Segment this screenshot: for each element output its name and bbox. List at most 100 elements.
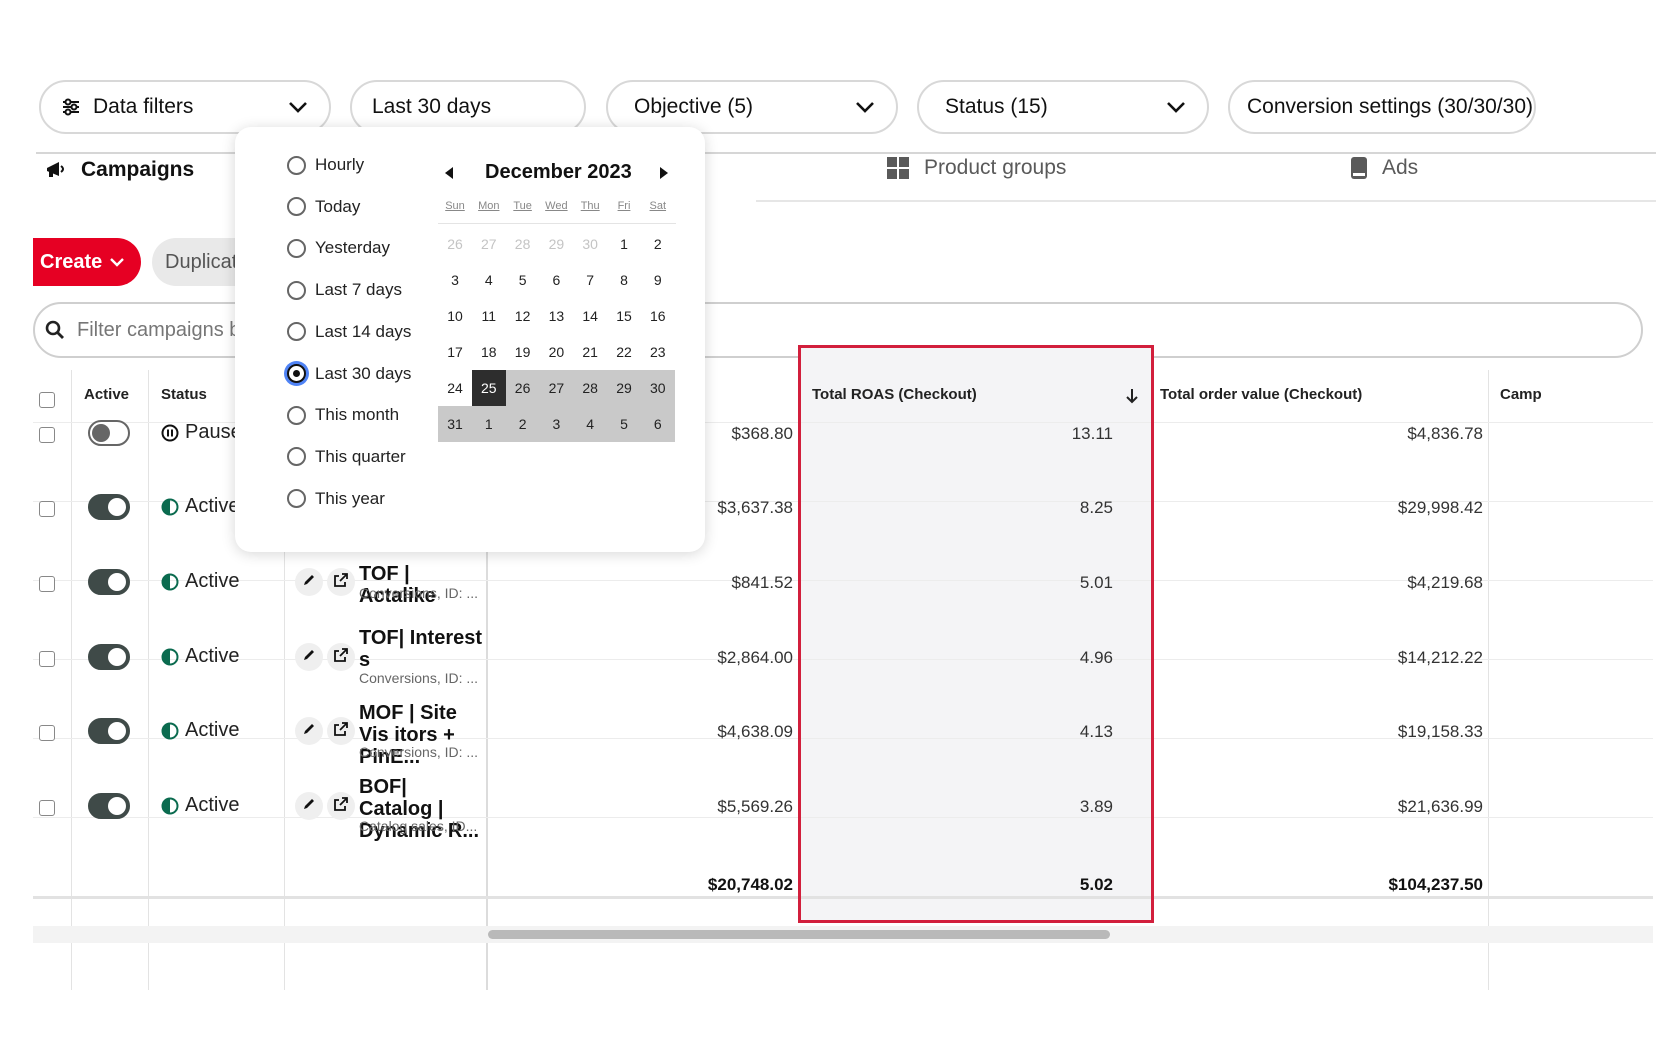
calendar-day[interactable]: 29: [539, 226, 573, 262]
campaign-subtext: Conversions, ID: ...: [359, 744, 479, 760]
calendar-day[interactable]: 3: [438, 262, 472, 298]
date-range-dropdown[interactable]: Last 30 days: [350, 80, 586, 134]
radio-button[interactable]: [287, 364, 306, 383]
row-checkbox[interactable]: [39, 725, 55, 741]
calendar-day[interactable]: 11: [472, 298, 506, 334]
calendar-day[interactable]: 18: [472, 334, 506, 370]
calendar-day[interactable]: 2: [641, 226, 675, 262]
calendar-day[interactable]: 22: [607, 334, 641, 370]
conversion-settings-dropdown[interactable]: Conversion settings (30/30/30): [1228, 80, 1536, 134]
calendar-day[interactable]: 6: [640, 406, 675, 442]
active-toggle[interactable]: [88, 420, 130, 446]
radio-button[interactable]: [287, 322, 306, 342]
create-button[interactable]: Create: [33, 238, 141, 286]
calendar-day[interactable]: 8: [607, 262, 641, 298]
row-checkbox[interactable]: [39, 651, 55, 667]
calendar-day[interactable]: 6: [539, 262, 573, 298]
row-checkbox[interactable]: [39, 576, 55, 592]
calendar-day[interactable]: 29: [607, 370, 641, 406]
active-toggle[interactable]: [88, 644, 130, 670]
date-preset-option[interactable]: Last 7 days: [287, 280, 402, 300]
date-preset-option[interactable]: This quarter: [287, 447, 406, 467]
calendar-day[interactable]: 20: [539, 334, 573, 370]
open-external-button[interactable]: [327, 717, 355, 745]
calendar-day[interactable]: 23: [641, 334, 675, 370]
header-campaign[interactable]: Camp: [1500, 386, 1653, 403]
edit-button[interactable]: [295, 792, 323, 820]
edit-button[interactable]: [295, 568, 323, 596]
radio-button[interactable]: [287, 280, 306, 300]
calendar-day[interactable]: 1: [607, 226, 641, 262]
header-status[interactable]: Status: [161, 386, 207, 403]
calendar-day[interactable]: 26: [438, 226, 472, 262]
calendar-day[interactable]: 7: [573, 262, 607, 298]
row-checkbox[interactable]: [39, 800, 55, 816]
date-preset-option[interactable]: Last 30 days: [287, 364, 411, 384]
calendar-day[interactable]: 16: [641, 298, 675, 334]
date-preset-option[interactable]: Today: [287, 197, 360, 217]
calendar-day[interactable]: 28: [573, 370, 608, 406]
open-external-button[interactable]: [327, 568, 355, 596]
calendar-day[interactable]: 24: [438, 370, 472, 406]
calendar-day[interactable]: 5: [607, 406, 641, 442]
calendar-day[interactable]: 2: [505, 406, 540, 442]
row-checkbox[interactable]: [39, 501, 55, 517]
calendar-day[interactable]: 15: [607, 298, 641, 334]
date-preset-option[interactable]: Yesterday: [287, 238, 390, 258]
header-active[interactable]: Active: [84, 386, 129, 403]
radio-button[interactable]: [287, 197, 306, 217]
calendar-day[interactable]: 1: [471, 406, 506, 442]
active-toggle[interactable]: [88, 569, 130, 595]
row-checkbox[interactable]: [39, 427, 55, 443]
calendar-day[interactable]: 4: [573, 406, 608, 442]
calendar-day[interactable]: 3: [539, 406, 574, 442]
active-toggle[interactable]: [88, 718, 130, 744]
calendar-day[interactable]: 21: [573, 334, 607, 370]
objective-dropdown[interactable]: Objective (5): [606, 80, 898, 134]
active-toggle[interactable]: [88, 793, 130, 819]
calendar-day[interactable]: 26: [505, 370, 540, 406]
calendar-day[interactable]: 9: [641, 262, 675, 298]
calendar-day[interactable]: 31: [438, 406, 472, 442]
edit-button[interactable]: [295, 643, 323, 671]
radio-button[interactable]: [287, 405, 306, 425]
calendar-day[interactable]: 17: [438, 334, 472, 370]
header-order-value[interactable]: Total order value (Checkout): [1160, 386, 1362, 403]
active-toggle[interactable]: [88, 494, 130, 520]
next-month-icon[interactable]: [660, 167, 668, 179]
radio-button[interactable]: [287, 489, 306, 509]
tab-product-groups[interactable]: Product groups: [886, 156, 1066, 180]
radio-button[interactable]: [287, 155, 306, 175]
calendar-day[interactable]: 28: [506, 226, 540, 262]
tab-ads[interactable]: Ads: [1350, 156, 1418, 180]
calendar-day[interactable]: 4: [472, 262, 506, 298]
edit-button[interactable]: [295, 717, 323, 745]
horizontal-scrollbar[interactable]: [488, 930, 1110, 939]
date-preset-option[interactable]: Hourly: [287, 155, 364, 175]
date-preset-option[interactable]: This month: [287, 405, 399, 425]
radio-button[interactable]: [287, 238, 306, 258]
calendar-day[interactable]: 27: [472, 226, 506, 262]
open-external-button[interactable]: [327, 792, 355, 820]
calendar-day[interactable]: 27: [539, 370, 574, 406]
date-preset-option[interactable]: Last 14 days: [287, 322, 411, 342]
select-all-checkbox[interactable]: [39, 392, 55, 408]
calendar-day[interactable]: 12: [506, 298, 540, 334]
tab-campaigns[interactable]: Campaigns: [45, 158, 194, 182]
open-external-button[interactable]: [327, 643, 355, 671]
data-filters-dropdown[interactable]: Data filters: [39, 80, 331, 134]
calendar-day[interactable]: 10: [438, 298, 472, 334]
calendar-day[interactable]: 30: [640, 370, 675, 406]
calendar-day[interactable]: 5: [506, 262, 540, 298]
date-preset-option[interactable]: This year: [287, 489, 385, 509]
calendar-day[interactable]: 30: [573, 226, 607, 262]
status-label: Active: [185, 719, 240, 741]
campaign-name-link[interactable]: TOF| Interest s: [359, 627, 487, 671]
calendar-day[interactable]: 13: [539, 298, 573, 334]
calendar-day[interactable]: 19: [506, 334, 540, 370]
previous-month-icon[interactable]: [445, 167, 453, 179]
calendar-day-range-start[interactable]: 25: [471, 370, 506, 406]
calendar-day[interactable]: 14: [573, 298, 607, 334]
status-dropdown[interactable]: Status (15): [917, 80, 1209, 134]
radio-button[interactable]: [287, 447, 306, 467]
